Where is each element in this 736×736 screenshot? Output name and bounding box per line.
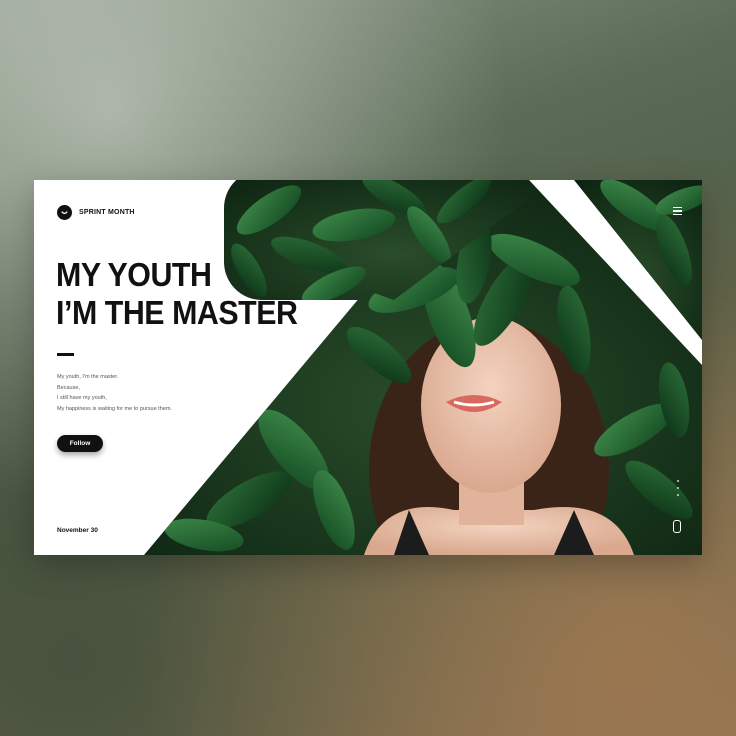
brand-name: SPRINT MONTH: [79, 209, 135, 216]
scroll-mouse-icon[interactable]: [673, 520, 681, 533]
brand[interactable]: SPRINT MONTH: [57, 205, 135, 220]
body-line: My youth, I'm the master.: [57, 374, 119, 380]
hero-photo: [144, 180, 702, 555]
slide-dots[interactable]: [677, 480, 679, 496]
page-title: MY YOUTH I’M THE MASTER: [56, 256, 298, 332]
hero-card: SPRINT MONTH MY YOUTH I’M THE MASTER My …: [34, 180, 702, 555]
slide-dot[interactable]: [677, 487, 679, 489]
title-divider: [57, 353, 74, 356]
slide-dot[interactable]: [677, 494, 679, 496]
body-line: Because,: [57, 384, 80, 391]
smiley-icon: [57, 205, 72, 220]
body-line: I still have my youth,: [57, 395, 107, 401]
slide-dot[interactable]: [677, 480, 679, 482]
follow-button[interactable]: Follow: [57, 435, 103, 452]
hero-body-text: My youth, I'm the master. Because, I sti…: [57, 372, 172, 414]
title-line-2: I’M THE MASTER: [56, 294, 298, 331]
title-line-1: MY YOUTH: [56, 256, 212, 293]
date-label: November 30: [57, 527, 98, 534]
hamburger-menu-icon[interactable]: [673, 207, 682, 215]
body-line: My happiness is waiting for me to pursue…: [57, 405, 172, 412]
